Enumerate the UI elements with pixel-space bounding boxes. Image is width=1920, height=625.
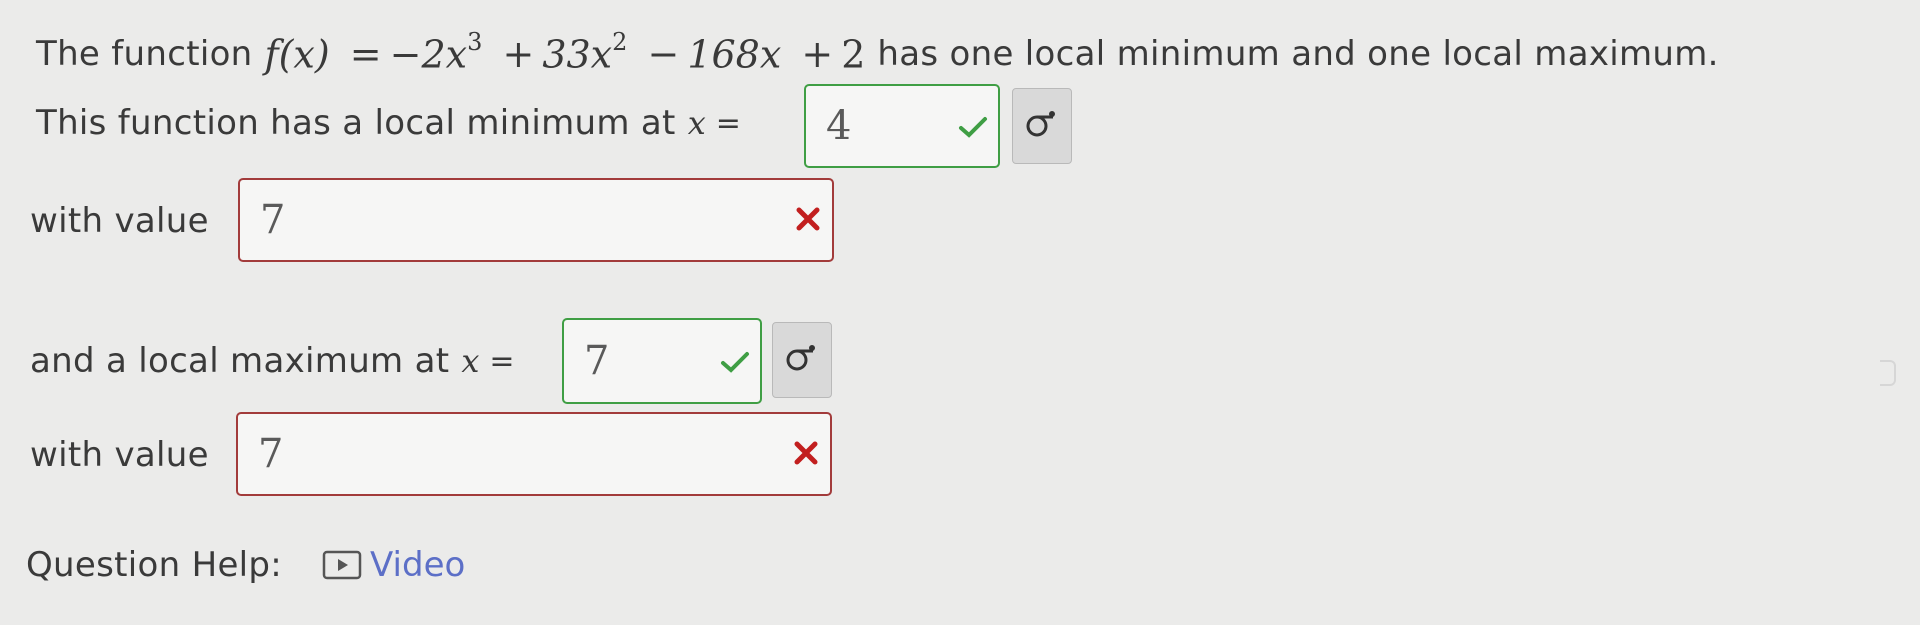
function-equals: = — [349, 32, 382, 77]
checkmark-icon — [720, 338, 750, 384]
question-help-label: Question Help: — [26, 545, 283, 585]
checkmark-icon — [958, 103, 988, 149]
x-mark-icon — [794, 197, 822, 243]
term2-exponent: 2 — [612, 27, 628, 56]
plus-sign: + — [502, 32, 535, 77]
local-min-variable: x — [687, 104, 706, 142]
term1: −2x — [389, 32, 468, 77]
equation-preview-button[interactable] — [772, 322, 832, 398]
equation-preview-button[interactable] — [1012, 88, 1072, 164]
local-max-variable: x — [461, 342, 480, 380]
local-min-prompt: This function has a local minimum at x = — [36, 98, 749, 148]
plus-sign: + — [801, 32, 834, 77]
equation-preview-icon — [1025, 109, 1059, 143]
play-icon[interactable] — [322, 549, 362, 581]
faint-bracket-mark — [1880, 360, 1896, 386]
question-intro-suffix: has one local minimum and one local maxi… — [877, 34, 1719, 74]
local-min-value-input[interactable]: 7 — [238, 178, 834, 262]
local-max-value-text: 7 — [258, 431, 284, 477]
function-lhs: f(x) — [264, 32, 330, 77]
x-mark-icon — [792, 431, 820, 477]
question-help: Question Help: Video — [26, 540, 465, 590]
local-max-value-input[interactable]: 7 — [236, 412, 832, 496]
question-statement: The function f(x) = −2x3 +33x2 −168x +2 h… — [36, 24, 1719, 84]
local-max-value-label: with value — [30, 435, 209, 475]
question-intro-prefix: The function — [36, 34, 253, 74]
local-min-equals: = — [715, 105, 741, 141]
local-min-value-text: 7 — [260, 197, 286, 243]
term1-exponent: 3 — [467, 27, 483, 56]
local-max-equals: = — [489, 343, 515, 379]
local-min-x-input[interactable]: 4 — [804, 84, 1000, 168]
local-max-x-value: 7 — [584, 338, 610, 384]
local-min-x-value: 4 — [826, 103, 852, 149]
local-max-value-prompt: with value — [30, 430, 209, 480]
function-expression: f(x) = −2x3 +33x2 −168x +2 — [264, 28, 866, 77]
term3: 168x — [687, 32, 782, 77]
local-max-x-input[interactable]: 7 — [562, 318, 762, 404]
local-min-value-label: with value — [30, 201, 209, 241]
minus-sign: − — [647, 32, 680, 77]
video-link[interactable]: Video — [370, 545, 465, 585]
local-max-label: and a local maximum at — [30, 341, 450, 381]
term2: 33x — [542, 32, 613, 77]
local-min-label: This function has a local minimum at — [36, 103, 676, 143]
local-max-prompt: and a local maximum at x = — [30, 336, 523, 386]
local-min-value-prompt: with value — [30, 196, 209, 246]
equation-preview-icon — [785, 343, 819, 377]
constant-term: 2 — [841, 32, 866, 77]
